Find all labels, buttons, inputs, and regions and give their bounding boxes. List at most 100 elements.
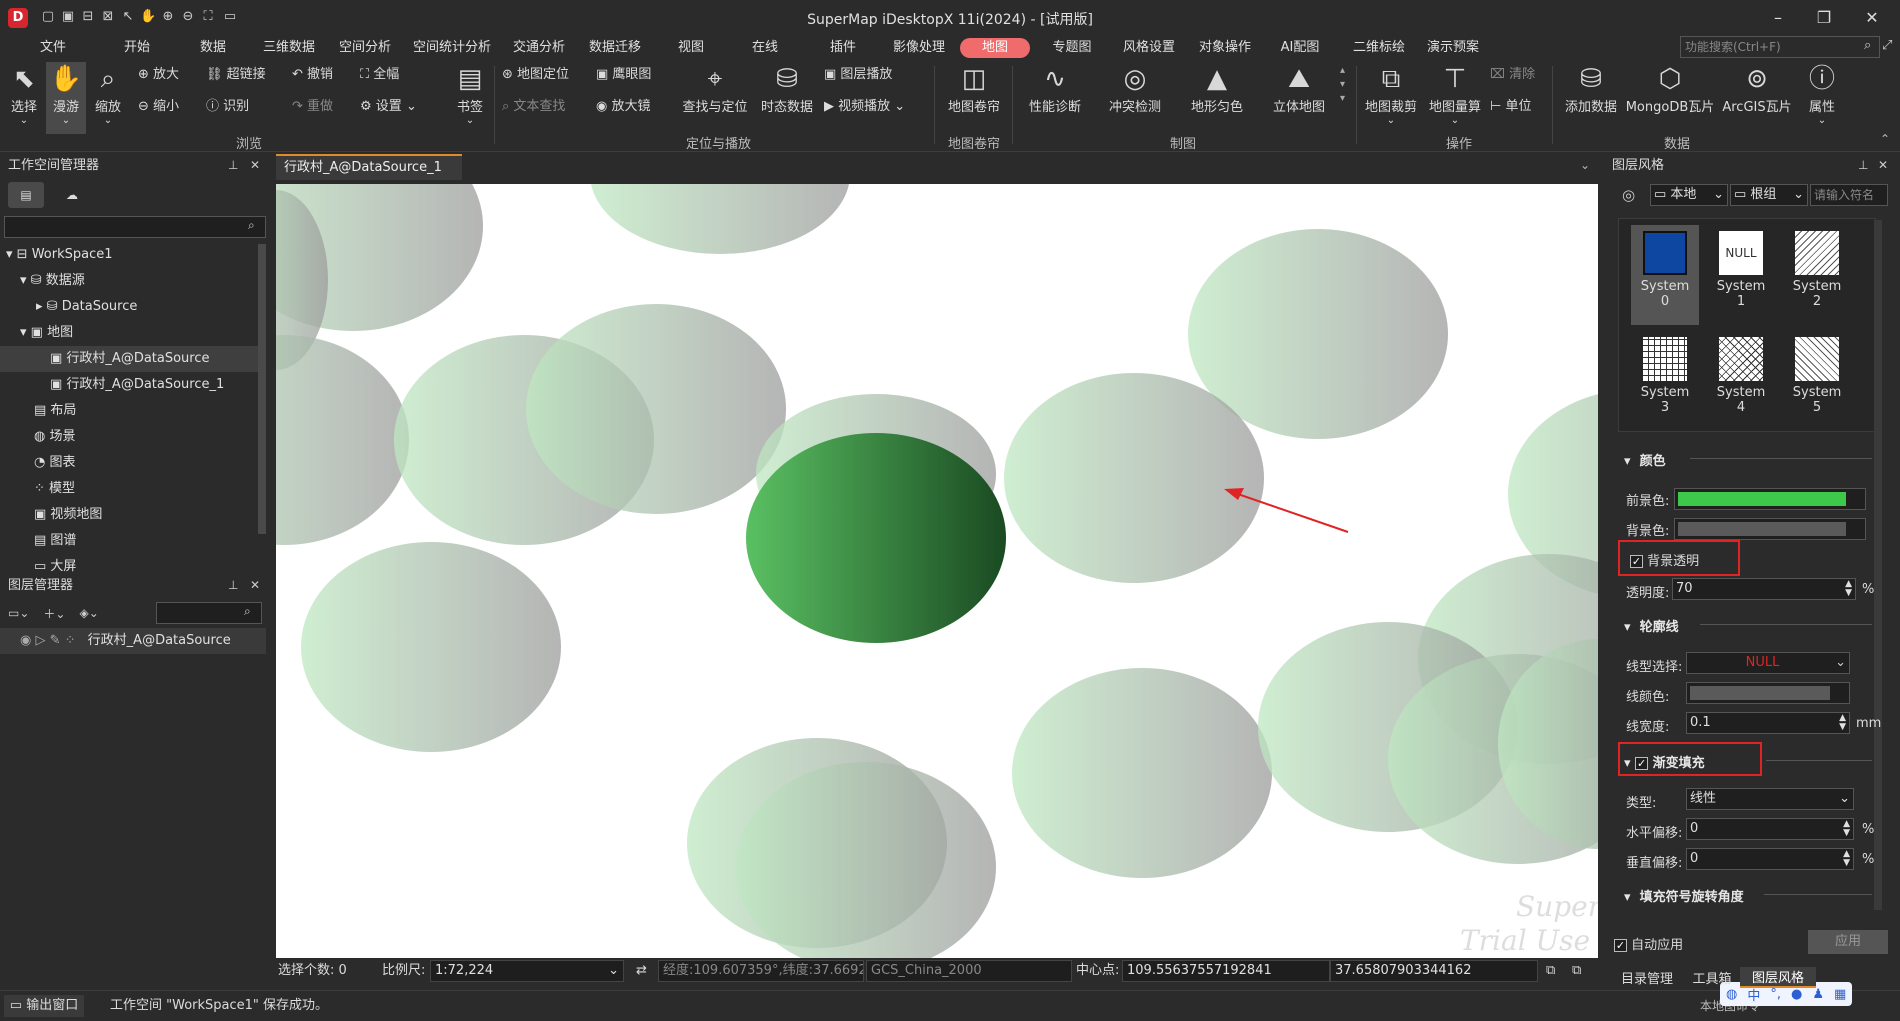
tree-item-datasource[interactable]: ▸ ⛁ DataSource	[0, 294, 266, 320]
symbol-system-3[interactable]: System 3	[1631, 331, 1699, 431]
map-clip-button[interactable]: ⧉ 地图裁剪 ⌄	[1362, 62, 1420, 126]
map-swipe-button[interactable]: ◫ 地图卷帘	[944, 62, 1004, 115]
ribbon-scroll-icon[interactable]: ▴ ▾ ▾	[1340, 64, 1345, 106]
symbol-system-5[interactable]: System 5	[1783, 331, 1851, 431]
tree-item-map-2[interactable]: ▣ 行政村_A@DataSource_1	[0, 372, 266, 398]
restore-icon[interactable]: ❐	[1806, 6, 1842, 30]
menu-imagery[interactable]: 影像处理	[890, 38, 948, 58]
menu-start[interactable]: 开始	[120, 38, 154, 58]
identify-button[interactable]: ⓘ 识别	[206, 96, 249, 118]
perf-diagnosis-button[interactable]: ∿ 性能诊断	[1022, 62, 1088, 115]
output-window-tab[interactable]: ▭ 输出窗口	[4, 995, 84, 1017]
local-select[interactable]: ▭ 本地 ⌄	[1650, 184, 1728, 206]
symbol-system-2[interactable]: System 2	[1783, 225, 1851, 325]
add-icon[interactable]: ＋⌄	[43, 605, 65, 622]
menu-view[interactable]: 视图	[674, 38, 708, 58]
tab-list-icon[interactable]: ⌄	[1580, 158, 1590, 172]
linetype-select[interactable]: NULL ⌄	[1686, 652, 1850, 674]
hyperlink-button[interactable]: ⛓ 超链接	[206, 64, 266, 86]
village-polygon[interactable]	[526, 304, 786, 514]
visibility-icon[interactable]: ◉ ▷ ✎ ⁘	[20, 633, 76, 648]
menu-plugins[interactable]: 插件	[826, 38, 860, 58]
menu-file[interactable]: 文件	[38, 38, 68, 58]
gradient-type-select[interactable]: 线性 ⌄	[1686, 788, 1854, 810]
outline-section[interactable]: ▾ 轮廓线	[1624, 616, 1679, 635]
bookmark-button[interactable]: ▤ 书签 ⌄	[452, 62, 488, 126]
open-icon[interactable]: ▭⌄	[8, 606, 29, 620]
menu-spatial-stats[interactable]: 空间统计分析	[410, 38, 494, 58]
symbol-system-0[interactable]: System 0	[1631, 225, 1699, 325]
close-icon[interactable]: ✕	[1878, 158, 1888, 172]
pin-icon[interactable]: ⊥	[228, 578, 238, 592]
tree-item-scenes[interactable]: ◍ 场景	[0, 424, 266, 450]
menu-spatial-analysis[interactable]: 空间分析	[336, 38, 394, 58]
layers-icon[interactable]: ◈⌄	[79, 606, 98, 620]
village-polygon[interactable]	[301, 542, 561, 752]
tree-item-video-maps[interactable]: ▣ 视频地图	[0, 502, 266, 528]
minimize-icon[interactable]: –	[1760, 6, 1796, 30]
add-data-button[interactable]: ⛁ 添加数据	[1560, 62, 1622, 115]
apply-button[interactable]: 应用	[1808, 930, 1888, 954]
voff-stepper[interactable]: 0 ▲ ▼	[1686, 848, 1854, 870]
tree-item-graphs[interactable]: ▤ 图谱	[0, 528, 266, 554]
spin-icon[interactable]: ▲ ▼	[1843, 820, 1850, 838]
copy-icon[interactable]: ⧉	[1546, 960, 1555, 982]
spin-icon[interactable]: ▲ ▼	[1843, 850, 1850, 868]
spin-icon[interactable]: ▲ ▼	[1845, 580, 1852, 598]
bg-color-picker[interactable]	[1674, 518, 1866, 540]
settings-icon[interactable]: ◎	[1622, 186, 1635, 204]
menu-thematic[interactable]: 专题图	[1050, 38, 1094, 58]
pin-icon[interactable]: ⊥	[1858, 158, 1868, 172]
map-svg[interactable]: SuperMap Trial Use	[276, 184, 1598, 958]
full-extent-button[interactable]: ⛶ 全幅	[360, 64, 399, 86]
pin-icon[interactable]: ⊥	[228, 158, 238, 172]
function-search-input[interactable]: 功能搜索(Ctrl+F)	[1680, 36, 1880, 58]
select-button[interactable]: ⬉ 选择 ⌄	[6, 62, 42, 126]
eagle-eye-button[interactable]: ▣ 鹰眼图	[596, 64, 651, 86]
pan-button[interactable]: ✋ 漫游 ⌄	[46, 62, 86, 134]
undo-button[interactable]: ↶ 撤销	[292, 64, 333, 86]
color-section[interactable]: ▾ 颜色	[1624, 450, 1666, 469]
video-play-button[interactable]: ▶ 视频播放 ⌄	[824, 96, 905, 118]
spin-icon[interactable]: ▲ ▼	[1839, 714, 1846, 732]
map-tab[interactable]: 行政村_A@DataSource_1 ✕	[276, 154, 462, 199]
terrain-color-button[interactable]: ▲ 地形匀色	[1184, 62, 1250, 115]
search-icon[interactable]: ⌕	[244, 604, 251, 619]
menu-object-ops[interactable]: 对象操作	[1196, 38, 1254, 58]
search-icon[interactable]: ⌕	[248, 218, 255, 233]
tree-item-charts[interactable]: ◔ 图表	[0, 450, 266, 476]
menu-data[interactable]: 数据	[196, 38, 230, 58]
search-icon[interactable]: ⌕	[1864, 38, 1871, 53]
cloud-tab-icon[interactable]: ☁	[54, 182, 90, 208]
properties-button[interactable]: ⓘ 属性 ⌄	[1800, 62, 1844, 126]
tab-catalog[interactable]: 目录管理	[1610, 968, 1684, 987]
arcgis-tiles-button[interactable]: ⊚ ArcGIS瓦片	[1720, 62, 1794, 115]
text-find-button[interactable]: ⌕ 文本查找	[502, 96, 565, 118]
tree-item-map-1[interactable]: ▣ 行政村_A@DataSource	[0, 346, 266, 372]
symbol-search-input[interactable]: 请输入符名	[1810, 184, 1888, 206]
hoff-stepper[interactable]: 0 ▲ ▼	[1686, 818, 1854, 840]
workspace-search-input[interactable]	[4, 216, 266, 238]
menu-ai-mapping[interactable]: AI配图	[1278, 38, 1322, 58]
tree-item-models[interactable]: ⁘ 模型	[0, 476, 266, 502]
swap-icon[interactable]: ⇄	[636, 960, 647, 982]
stereo-map-button[interactable]: ⛰ 立体地图	[1266, 62, 1332, 115]
auto-apply-checkbox[interactable]: ✓ 自动应用	[1614, 934, 1683, 953]
menu-presentation[interactable]: 演示预案	[1424, 38, 1482, 58]
close-icon[interactable]: ✕	[1854, 6, 1890, 30]
linewidth-stepper[interactable]: 0.1 ▲ ▼	[1686, 712, 1850, 734]
tree-item-maps[interactable]: ▾ ▣ 地图	[0, 320, 266, 346]
redo-button[interactable]: ↷ 重做	[292, 96, 333, 118]
expand-icon[interactable]: ⤢	[1882, 38, 1892, 53]
close-icon[interactable]: ✕	[250, 578, 260, 592]
zoom-in-button[interactable]: ⊕ 放大	[138, 64, 179, 86]
zoom-button[interactable]: ⌕ 缩放 ⌄	[90, 62, 126, 126]
style-panel-scrollbar[interactable]	[1874, 220, 1882, 910]
scale-select[interactable]: 1:72,224 ⌄	[430, 960, 624, 982]
map-measure-button[interactable]: ⊤ 地图量算 ⌄	[1426, 62, 1484, 126]
symbol-system-4[interactable]: System 4	[1707, 331, 1775, 431]
menu-style[interactable]: 风格设置	[1120, 38, 1178, 58]
workspace-tab-icon[interactable]: ▤	[8, 182, 44, 208]
settings-button[interactable]: ⚙ 设置 ⌄	[360, 96, 417, 118]
opacity-stepper[interactable]: 70 ▲ ▼	[1672, 578, 1856, 600]
